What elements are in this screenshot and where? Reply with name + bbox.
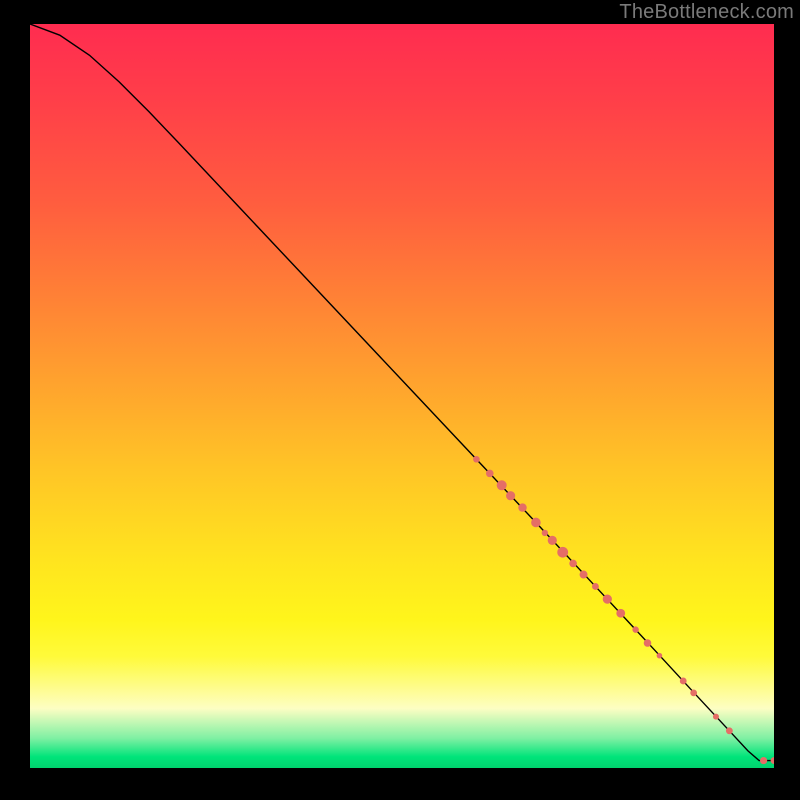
data-marker bbox=[473, 456, 480, 463]
data-markers-group bbox=[473, 456, 774, 764]
data-marker bbox=[518, 503, 526, 511]
chart-stage: TheBottleneck.com bbox=[0, 0, 800, 800]
data-marker bbox=[771, 757, 774, 764]
data-marker bbox=[713, 714, 719, 720]
data-marker bbox=[657, 653, 663, 659]
data-marker bbox=[760, 757, 767, 764]
data-marker bbox=[557, 547, 568, 558]
data-marker bbox=[486, 470, 494, 478]
attribution-text: TheBottleneck.com bbox=[619, 0, 794, 24]
data-marker bbox=[603, 595, 612, 604]
data-marker bbox=[644, 639, 652, 647]
data-marker bbox=[531, 518, 541, 528]
data-marker bbox=[569, 560, 577, 568]
data-marker bbox=[497, 480, 507, 490]
data-marker bbox=[542, 530, 548, 536]
data-marker bbox=[616, 609, 625, 618]
data-marker bbox=[690, 689, 697, 696]
data-marker bbox=[580, 571, 588, 579]
data-marker bbox=[726, 727, 733, 734]
chart-svg-layer bbox=[30, 24, 774, 768]
data-curve bbox=[30, 24, 774, 761]
data-marker bbox=[506, 491, 515, 500]
data-marker bbox=[548, 536, 557, 545]
data-marker bbox=[680, 678, 687, 685]
data-marker bbox=[592, 583, 599, 590]
data-marker bbox=[632, 626, 638, 632]
